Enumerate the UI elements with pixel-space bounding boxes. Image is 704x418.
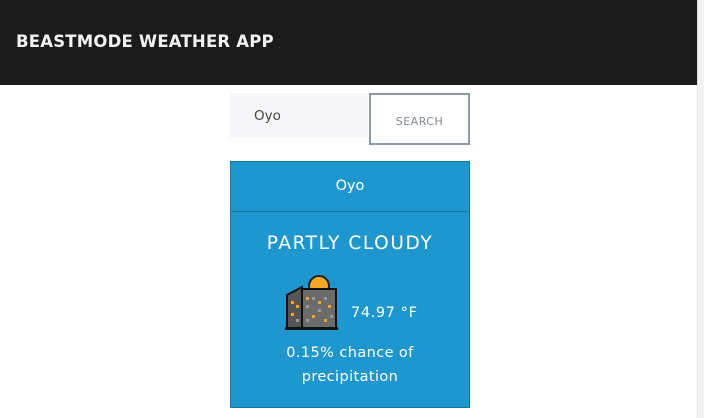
temperature: 74.97 °F xyxy=(351,305,418,321)
city-search-input[interactable] xyxy=(230,93,368,138)
weather-card: Oyo PARTLY CLOUDY 74.97 °F 0.15% chance … xyxy=(230,161,470,408)
weather-summary-row: 74.97 °F xyxy=(231,275,469,331)
app-title: BEASTMODE WEATHER APP xyxy=(16,32,274,51)
weather-condition: PARTLY CLOUDY xyxy=(266,233,434,254)
page-scrollbar[interactable] xyxy=(697,0,704,418)
top-navbar: BEASTMODE WEATHER APP xyxy=(0,0,697,85)
precipitation-line-1: 0.15% chance of xyxy=(286,345,414,361)
precipitation-line-2: precipitation xyxy=(301,369,399,385)
search-button[interactable]: SEARCH xyxy=(369,93,470,145)
city-name: Oyo xyxy=(231,162,469,212)
night-city-with-sun-icon xyxy=(285,275,338,330)
precipitation-chance: 0.15% chance of precipitation xyxy=(231,341,469,389)
